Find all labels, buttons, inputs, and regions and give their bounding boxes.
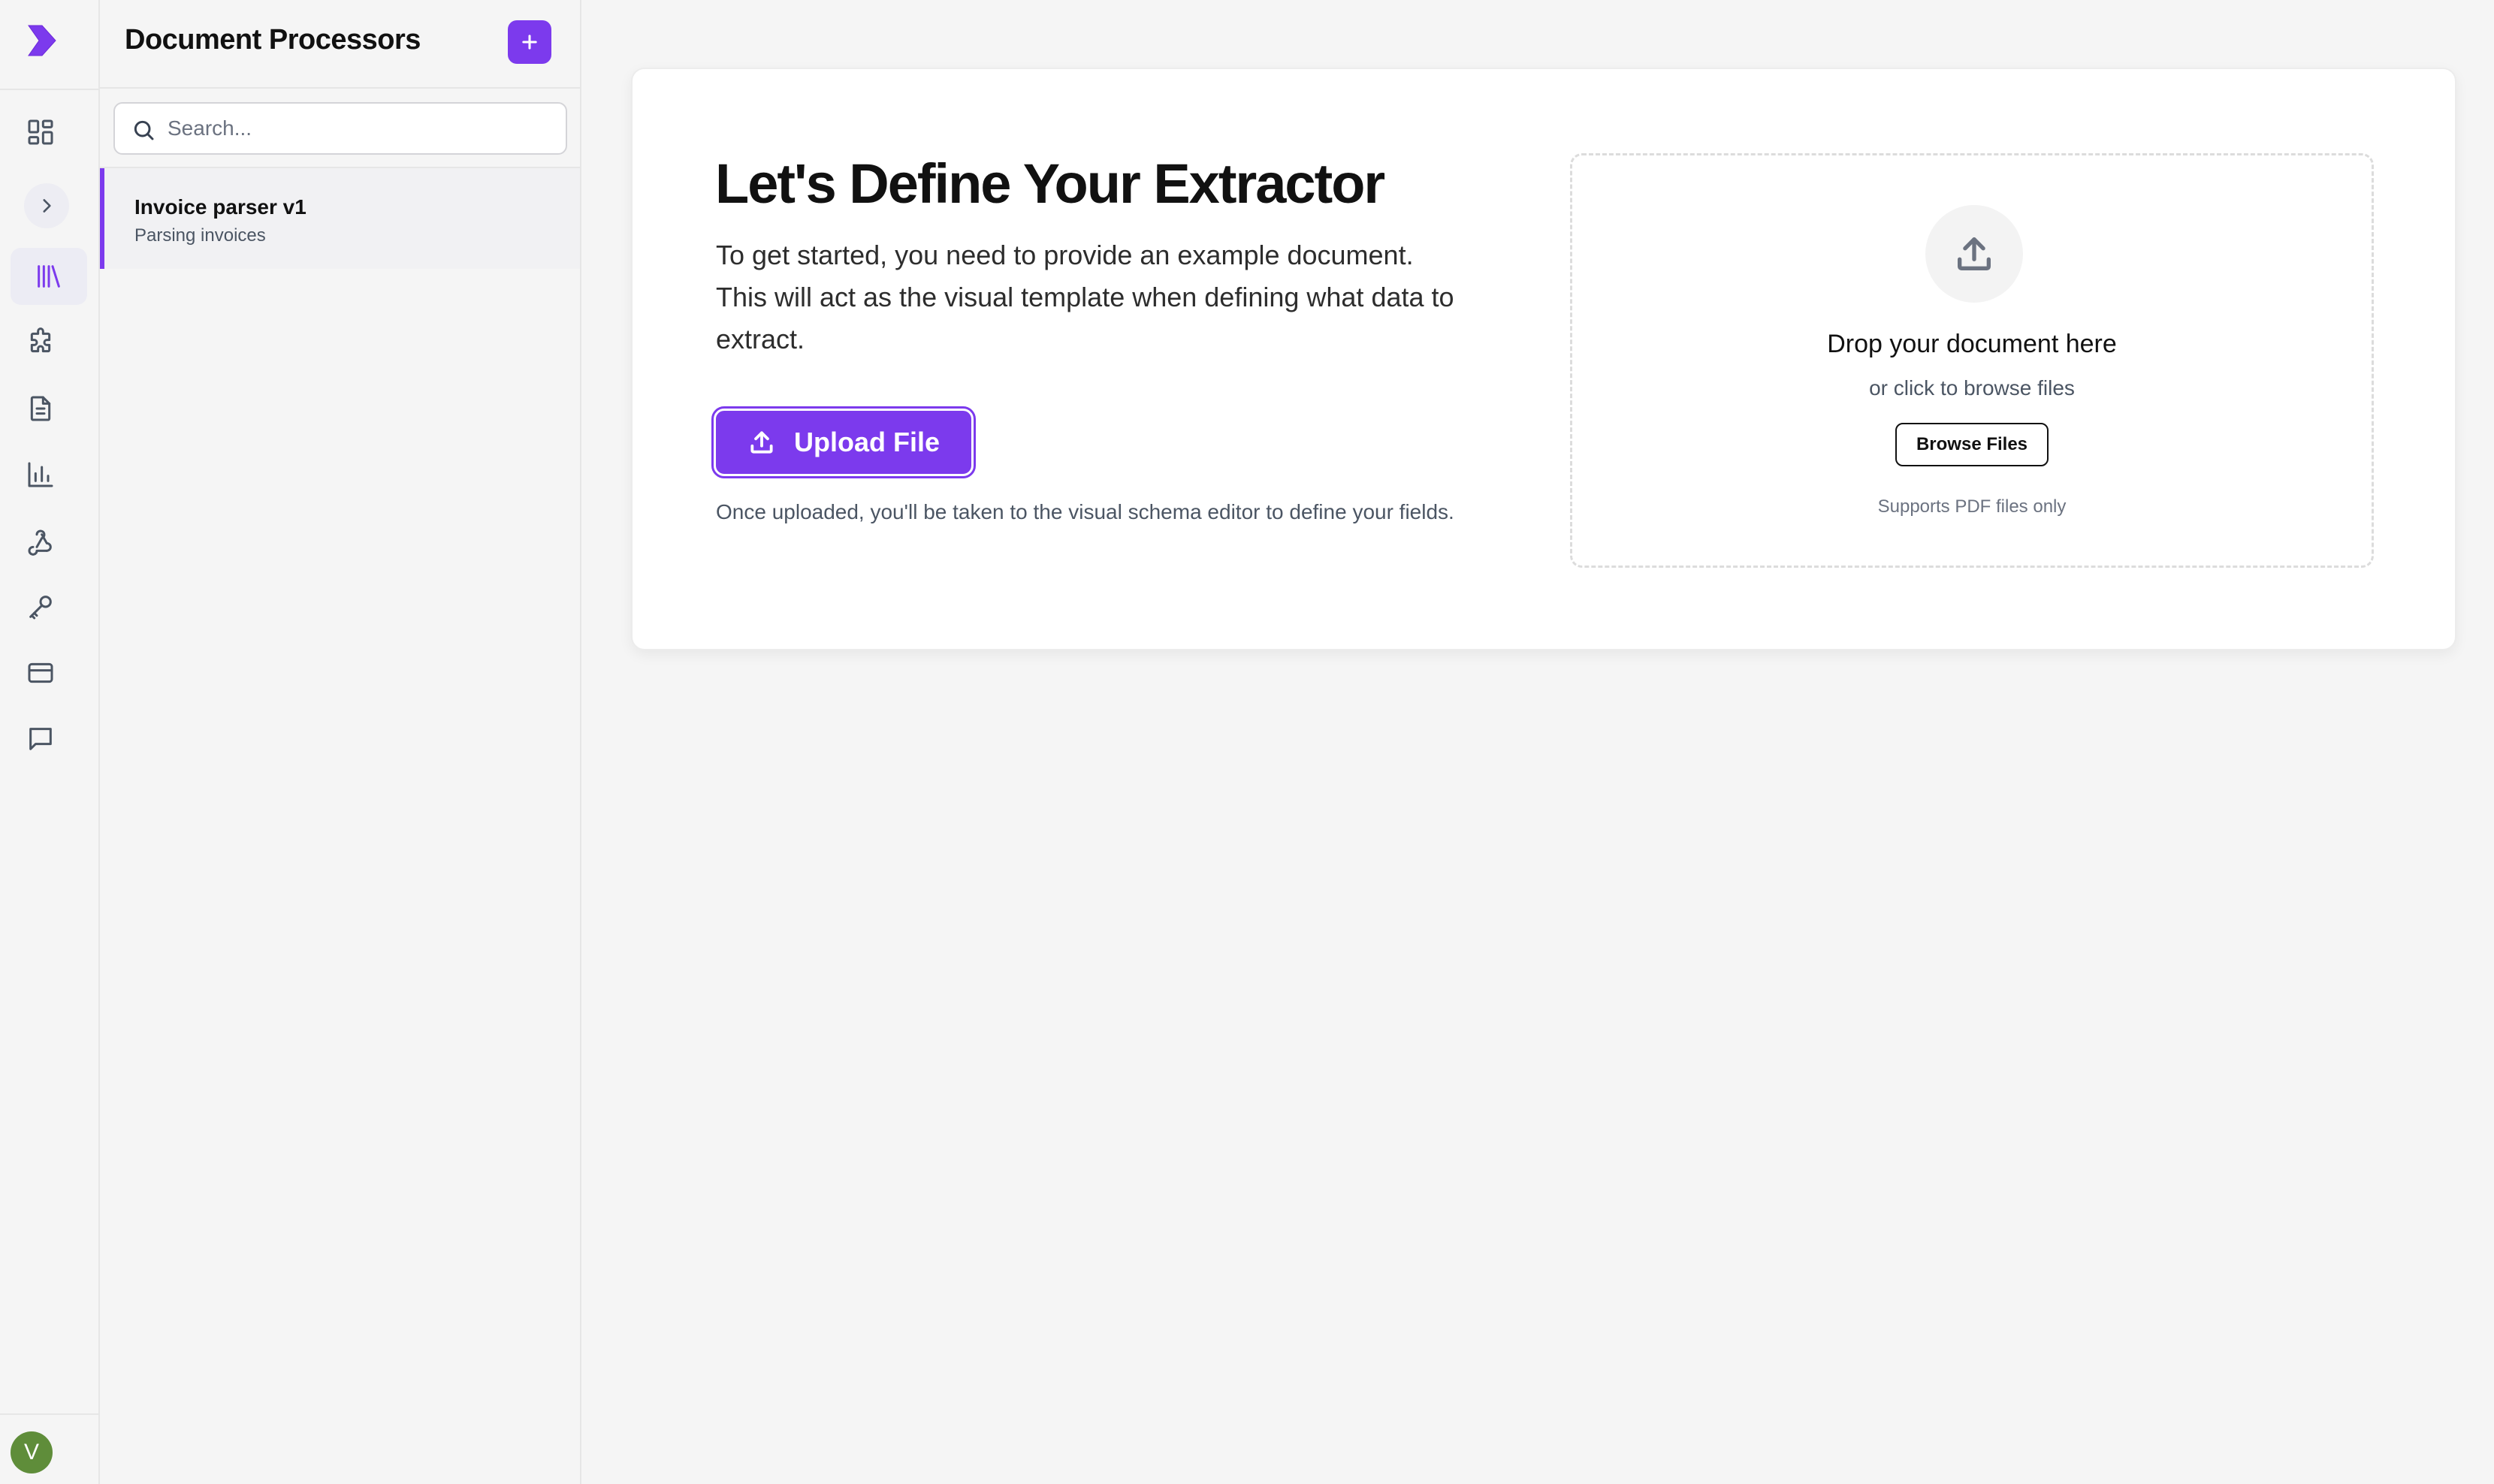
add-processor-button[interactable] [508,20,551,64]
search-icon [134,120,154,140]
page-title: Let's Define Your Extractor [715,152,1385,215]
document-icon [30,396,51,421]
rail-item-dashboard[interactable] [23,114,59,150]
rail-item-analytics[interactable] [23,457,59,493]
processor-title: Invoice parser v1 [134,195,306,219]
dashboard-grid-icon [28,119,53,145]
library-icon [38,265,60,288]
bar-chart-icon [28,462,53,487]
rail-item-api-keys[interactable] [23,589,59,625]
dropzone-title: Drop your document here [1827,330,2117,358]
rail-divider [0,89,98,90]
icon-rail: V [0,0,100,1484]
dropzone-subtitle: or click to browse files [1869,376,2075,400]
search-input[interactable] [168,104,558,153]
panel-header: Document Processors [100,0,580,89]
panel-title: Document Processors [125,24,421,56]
user-avatar[interactable]: V [11,1431,53,1473]
rail-divider [0,1413,98,1415]
page-description: To get started, you need to provide an e… [716,240,1454,354]
processor-list-item[interactable]: Invoice parser v1 Parsing invoices [100,168,580,269]
extractor-setup-card: Let's Define Your Extractor To get start… [631,68,2456,650]
upload-icon [750,431,773,454]
key-icon [29,596,52,620]
rail-item-integrations[interactable] [23,324,59,360]
webhook-icon [28,529,52,556]
credit-card-icon [28,662,53,683]
rail-item-webhooks[interactable] [23,523,59,559]
processors-panel: Document Processors Invoice parser v1 Pa… [100,0,581,1484]
rail-item-feedback[interactable] [23,721,59,757]
plus-icon [522,35,537,50]
brand-logo-icon[interactable] [26,23,59,59]
chat-icon [29,728,52,750]
upload-icon [1958,237,1991,270]
rail-item-documents[interactable] [23,391,59,427]
puzzle-icon [30,327,51,353]
dropzone-icon-wrap [1925,205,2023,303]
upload-file-label: Upload File [793,427,940,457]
app-root: V Document Processors Invoice parser v1 … [0,0,2494,1484]
rail-item-library[interactable] [11,248,87,305]
file-dropzone[interactable]: Drop your document here or click to brow… [1570,153,2374,568]
search-box [113,102,567,155]
rail-item-billing[interactable] [23,655,59,691]
upload-hint: Once uploaded, you'll be taken to the vi… [716,500,1454,523]
dropzone-note: Supports PDF files only [1877,496,2067,517]
browse-files-button[interactable]: Browse Files [1895,423,2049,466]
chevron-right-icon [43,199,51,213]
processor-subtitle: Parsing invoices [134,225,266,246]
upload-file-button[interactable]: Upload File [711,406,976,478]
expand-sidebar-button[interactable] [24,183,69,228]
